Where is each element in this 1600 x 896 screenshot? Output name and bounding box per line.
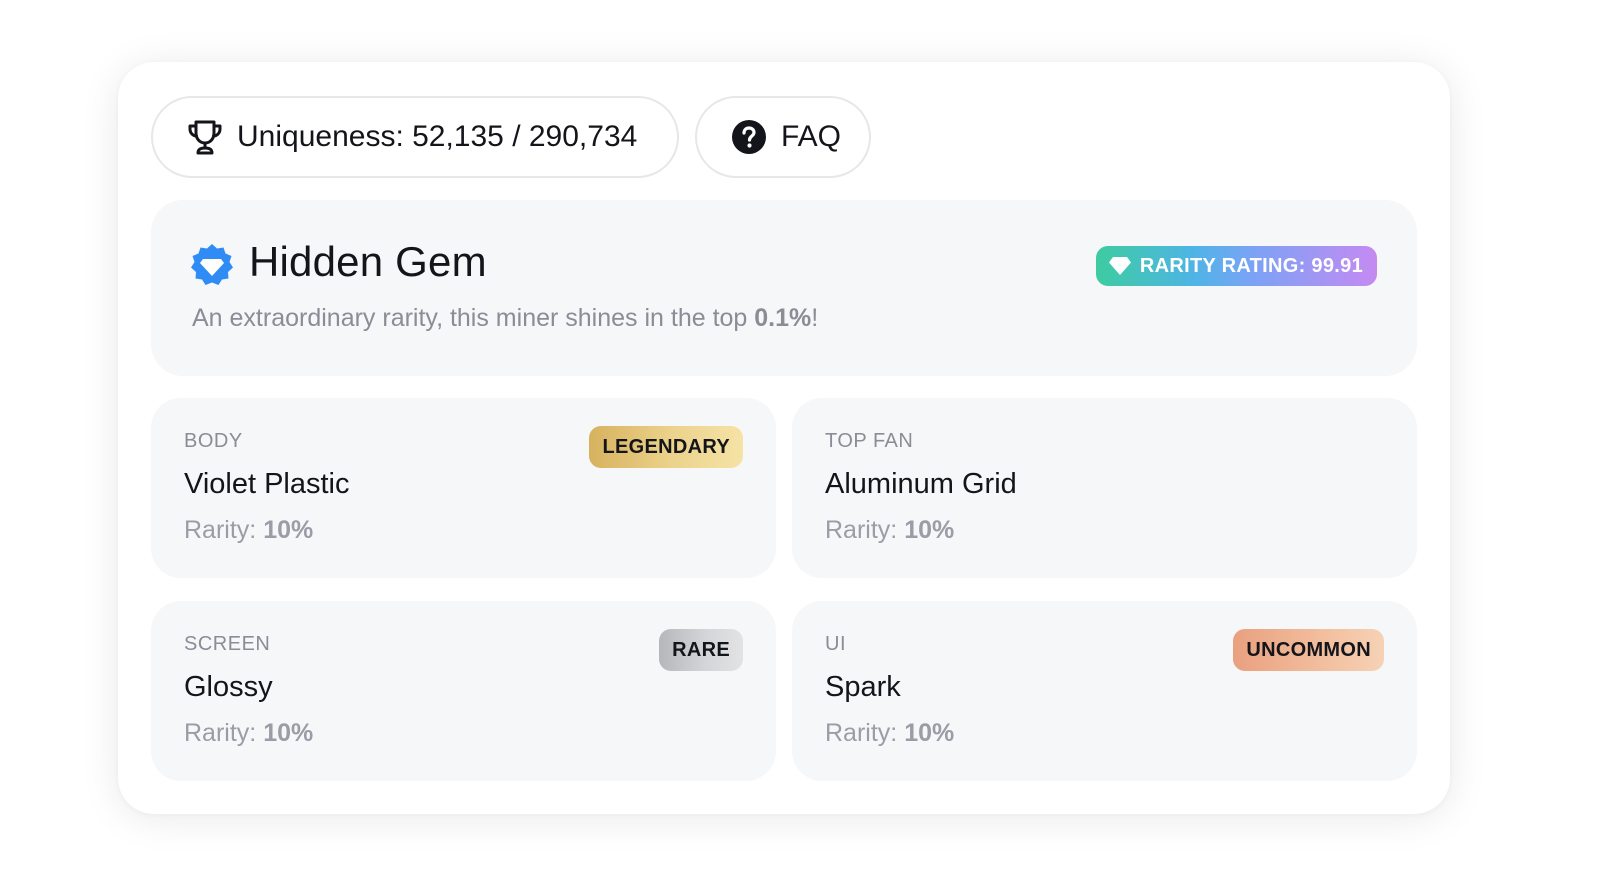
- trait-name: Aluminum Grid: [825, 468, 1017, 500]
- trait-rarity-card: Uniqueness: 52,135 / 290,734 FAQ Hidden …: [118, 62, 1450, 814]
- trait-label: SCREEN: [184, 633, 271, 655]
- faq-button[interactable]: FAQ: [695, 96, 871, 178]
- trait-name: Glossy: [184, 671, 273, 703]
- trait-rarity: Rarity: 10%: [184, 516, 314, 544]
- rarity-tier-title: Hidden Gem: [249, 238, 487, 285]
- trait-label: TOP FAN: [825, 430, 914, 452]
- question-circle-icon: [731, 119, 767, 155]
- uniqueness-button[interactable]: Uniqueness: 52,135 / 290,734: [151, 96, 679, 178]
- rarity-description: An extraordinary rarity, this miner shin…: [192, 304, 819, 332]
- trait-name: Violet Plastic: [184, 468, 350, 500]
- trait-card-body: BODY Violet Plastic Rarity: 10% LEGENDAR…: [151, 398, 776, 578]
- trait-label: UI: [825, 633, 846, 655]
- trait-label: BODY: [184, 430, 243, 452]
- legendary-badge: LEGENDARY: [589, 426, 743, 468]
- rarity-rating-badge: RARITY RATING: 99.91: [1095, 246, 1377, 286]
- trait-card-ui: UI Spark Rarity: 10% UNCOMMON: [792, 601, 1417, 781]
- trait-rarity: Rarity: 10%: [184, 719, 314, 747]
- gem-badge-icon: [189, 242, 235, 288]
- rarity-summary-panel: Hidden Gem An extraordinary rarity, this…: [151, 200, 1417, 376]
- trait-card-screen: SCREEN Glossy Rarity: 10% RARE: [151, 601, 776, 781]
- faq-label: FAQ: [781, 120, 842, 153]
- trait-name: Spark: [825, 671, 901, 703]
- trophy-icon: [185, 117, 225, 157]
- top-percent: 0.1%: [754, 304, 812, 332]
- rarity-rating-label: RARITY RATING: 99.91: [1139, 254, 1363, 277]
- trait-card-top-fan: TOP FAN Aluminum Grid Rarity: 10%: [792, 398, 1417, 578]
- uniqueness-label: Uniqueness: 52,135 / 290,734: [237, 120, 638, 153]
- rare-badge: RARE: [659, 629, 743, 671]
- trait-rarity: Rarity: 10%: [825, 719, 955, 747]
- trait-rarity: Rarity: 10%: [825, 516, 955, 544]
- uncommon-badge: UNCOMMON: [1233, 629, 1384, 671]
- diamond-icon: [1108, 256, 1132, 276]
